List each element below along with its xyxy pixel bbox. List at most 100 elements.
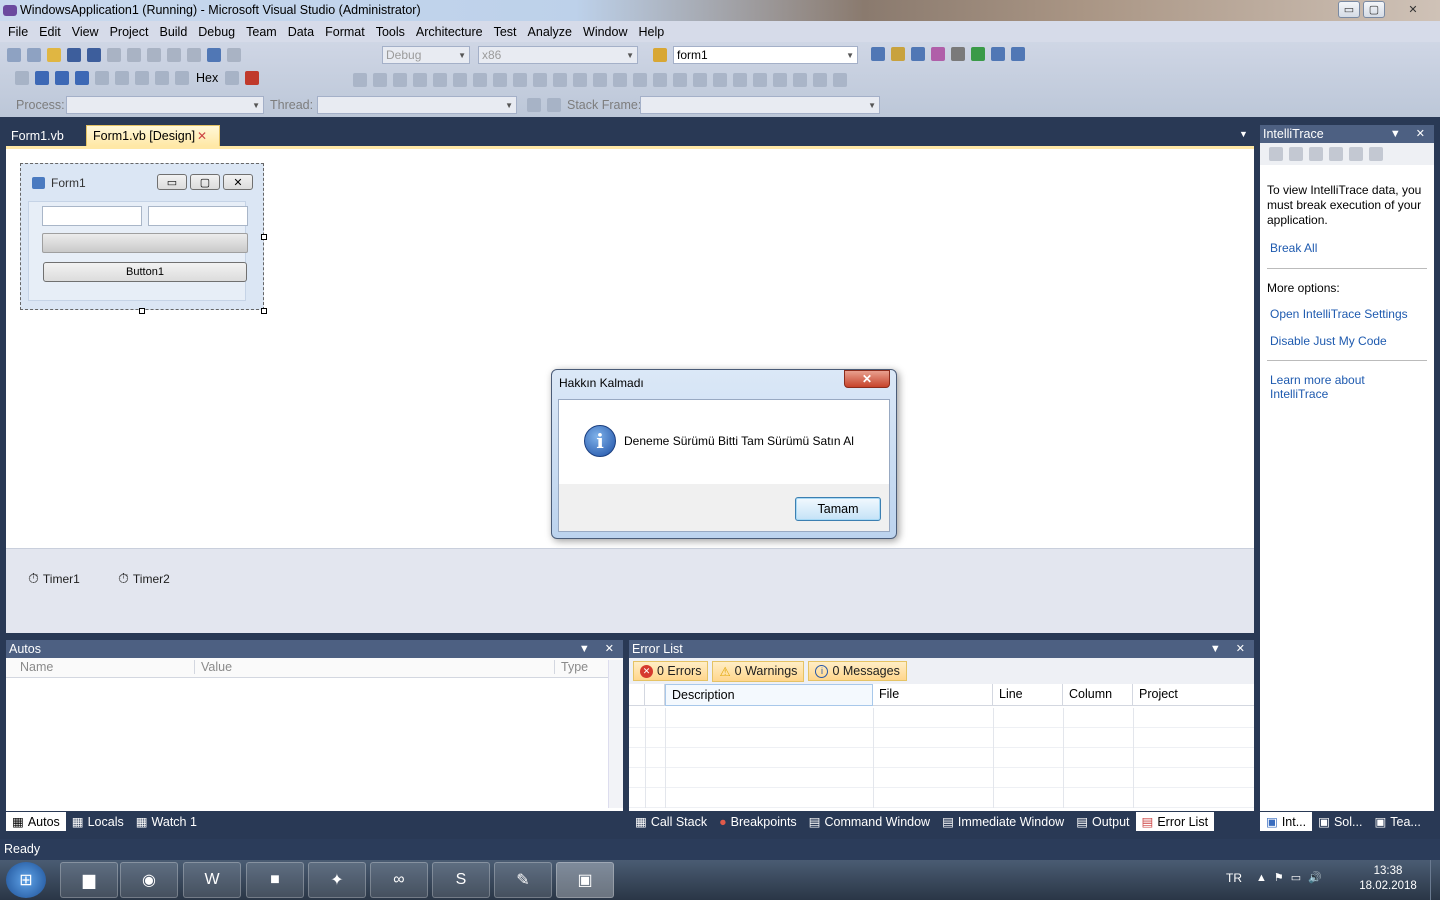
stop-icon[interactable] xyxy=(55,71,69,85)
save-icon[interactable] xyxy=(67,48,81,62)
tab-team-explorer[interactable]: ▣ Tea... xyxy=(1368,812,1426,831)
configuration-select[interactable]: Debug ▼ xyxy=(382,46,470,64)
tab-dropdown-icon[interactable]: ▼ xyxy=(1239,129,1248,139)
tab-command-window[interactable]: ▤ Command Window xyxy=(803,812,936,831)
tab-output[interactable]: ▤ Output xyxy=(1070,812,1135,831)
col-name[interactable]: Name xyxy=(20,660,53,674)
col-description[interactable]: Description xyxy=(665,684,873,706)
menu-test[interactable]: Test xyxy=(488,25,522,39)
counter-strike-taskbar-icon[interactable]: ✦ xyxy=(308,862,366,898)
save-all-icon[interactable] xyxy=(87,48,101,62)
make-same-width-icon[interactable] xyxy=(493,73,507,87)
cut-icon[interactable] xyxy=(107,48,121,62)
command-icon[interactable] xyxy=(1011,47,1025,61)
dialog-close-button[interactable]: ✕ xyxy=(844,370,890,388)
messages-toggle[interactable]: i0 Messages xyxy=(808,661,907,681)
tab-immediate-window[interactable]: ▤ Immediate Window xyxy=(936,812,1070,831)
learn-more-link[interactable]: Learn more about IntelliTrace xyxy=(1260,361,1434,401)
resize-handle-right[interactable] xyxy=(261,234,267,240)
menu-window[interactable]: Window xyxy=(577,25,632,39)
align-centers-icon[interactable] xyxy=(393,73,407,87)
undo-icon[interactable] xyxy=(167,48,181,62)
remove-vertical-spacing-icon[interactable] xyxy=(713,73,727,87)
vertical-spacing-icon[interactable] xyxy=(653,73,667,87)
menu-tools[interactable]: Tools xyxy=(370,25,410,39)
errors-toggle[interactable]: ✕ 0 Errors xyxy=(633,661,709,681)
form1-design[interactable]: Form1 ▭ ▢ ✕ Button1 xyxy=(20,163,264,310)
textbox1[interactable] xyxy=(42,206,142,226)
break-all-link[interactable]: Break All xyxy=(1260,228,1434,255)
start-button[interactable]: ⊞ xyxy=(6,862,46,898)
restart-icon[interactable] xyxy=(75,71,89,85)
tab-form1-design[interactable]: Form1.vb [Design] ✕ xyxy=(86,125,221,146)
menu-help[interactable]: Help xyxy=(632,25,669,39)
tab-form1-vb[interactable]: Form1.vb xyxy=(5,126,70,147)
increase-horizontal-spacing-icon[interactable] xyxy=(593,73,607,87)
col-number[interactable] xyxy=(645,684,665,706)
tab-breakpoints[interactable]: ● Breakpoints xyxy=(713,813,803,831)
step-into-icon[interactable] xyxy=(115,71,129,85)
align-tops-icon[interactable] xyxy=(433,73,447,87)
start-debug-icon[interactable] xyxy=(227,48,241,62)
make-same-size-icon[interactable] xyxy=(533,73,547,87)
properties-icon[interactable] xyxy=(891,47,905,61)
resize-handle-bottom[interactable] xyxy=(139,308,145,314)
settings-icon[interactable] xyxy=(951,47,965,61)
add-item-icon[interactable] xyxy=(27,48,41,62)
tab-call-stack[interactable]: ▦ Call Stack xyxy=(629,812,713,831)
tab-watch1[interactable]: ▦ Watch 1 xyxy=(130,812,203,831)
autos-scrollbar[interactable] xyxy=(608,660,623,808)
col-file[interactable]: File xyxy=(873,684,993,706)
navigate-icon[interactable] xyxy=(207,48,221,62)
center-horizontally-icon[interactable] xyxy=(733,73,747,87)
decrease-horizontal-spacing-icon[interactable] xyxy=(613,73,627,87)
tab-order-icon[interactable] xyxy=(813,73,827,87)
find-input[interactable]: form1 ▼ xyxy=(673,46,858,64)
language-indicator[interactable]: TR xyxy=(1226,871,1242,885)
decrease-vertical-spacing-icon[interactable] xyxy=(693,73,707,87)
step-over-icon[interactable] xyxy=(135,71,149,85)
menu-debug[interactable]: Debug xyxy=(192,25,240,39)
tab-intellitrace[interactable]: ▣ Int... xyxy=(1260,812,1313,831)
tab-solution-explorer[interactable]: ▣ Sol... xyxy=(1312,812,1368,831)
form-app-taskbar-icon[interactable]: ▣ xyxy=(556,862,614,898)
minimize-button[interactable]: ▭ xyxy=(1338,1,1360,18)
show-desktop-button[interactable] xyxy=(1430,860,1440,900)
menu-data[interactable]: Data xyxy=(282,25,319,39)
align-rights-icon[interactable] xyxy=(413,73,427,87)
panel-controls[interactable]: ▼ ✕ xyxy=(579,642,620,656)
menu-project[interactable]: Project xyxy=(104,25,154,39)
stack-frame-select[interactable]: ▼ xyxy=(640,96,880,114)
step-out-icon[interactable] xyxy=(155,71,169,85)
solution-explorer-icon[interactable] xyxy=(871,47,885,61)
filter-icon[interactable] xyxy=(1289,147,1303,161)
size-to-grid-icon[interactable] xyxy=(553,73,567,87)
increase-vertical-spacing-icon[interactable] xyxy=(673,73,687,87)
explorer-taskbar-icon[interactable]: ▆ xyxy=(60,862,118,898)
center-vertically-icon[interactable] xyxy=(753,73,767,87)
remove-horizontal-spacing-icon[interactable] xyxy=(633,73,647,87)
menu-format[interactable]: Format xyxy=(319,25,370,39)
save-log-icon[interactable] xyxy=(1369,147,1383,161)
chrome-taskbar-icon[interactable]: ◉ xyxy=(120,862,178,898)
col-line[interactable]: Line xyxy=(993,684,1063,706)
lock-controls-icon[interactable] xyxy=(833,73,847,87)
toolbox-icon[interactable] xyxy=(931,47,945,61)
align-to-grid-icon[interactable] xyxy=(353,73,367,87)
platform-select[interactable]: x86 ▼ xyxy=(478,46,638,64)
redo-icon[interactable] xyxy=(187,48,201,62)
object-browser-icon[interactable] xyxy=(911,47,925,61)
send-to-back-icon[interactable] xyxy=(793,73,807,87)
align-lefts-icon[interactable] xyxy=(373,73,387,87)
calls-view-icon[interactable] xyxy=(1269,147,1283,161)
timer2-component[interactable]: ⏱ Timer2 xyxy=(118,570,170,587)
skype-taskbar-icon[interactable]: S xyxy=(432,862,490,898)
menu-team[interactable]: Team xyxy=(240,25,282,39)
new-project-icon[interactable] xyxy=(7,48,21,62)
find-icon[interactable] xyxy=(653,48,667,62)
button1[interactable]: Button1 xyxy=(43,262,247,282)
align-bottoms-icon[interactable] xyxy=(473,73,487,87)
col-project[interactable]: Project xyxy=(1133,684,1254,706)
flag-threads-icon[interactable] xyxy=(527,98,541,112)
tab-autos[interactable]: ▦ Autos xyxy=(6,812,66,831)
